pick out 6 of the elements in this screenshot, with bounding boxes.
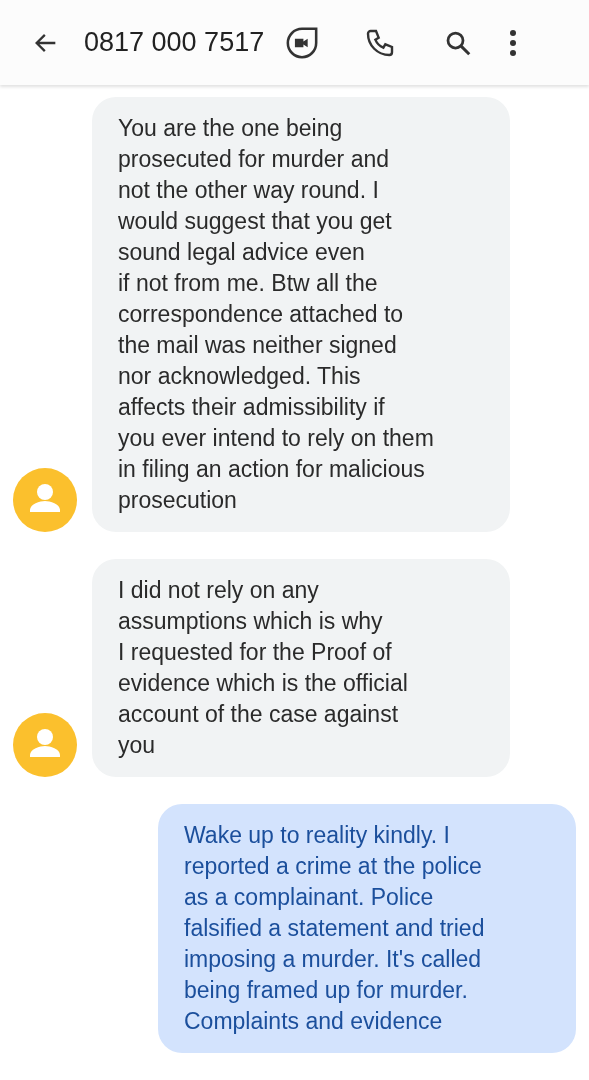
avatar-icon [13,468,77,532]
avatar-icon [13,713,77,777]
message-bubble: Wake up to reality kindly. I reported a crime at the police as a complainant. Police falsified a statement and tried imposing a murder. It's called being framed up for murder. Complaints and evidence [158,804,576,1053]
message-bubble: I did not rely on any assumptions which is why I requested for the Proof of evidence which is the official account of the case against you [92,559,510,777]
contact-title: 0817 000 7517 [84,27,265,58]
message-bubble: You are the one being prosecuted for murder and not the other way round. I would suggest that you get sound legal advice even if not from me. Btw all the correspondence attached to the mail was neither signed nor acknowledged. This affects their admissibility if you ever intend to rely on them in filing an action for malicious prosecution [92,97,510,532]
